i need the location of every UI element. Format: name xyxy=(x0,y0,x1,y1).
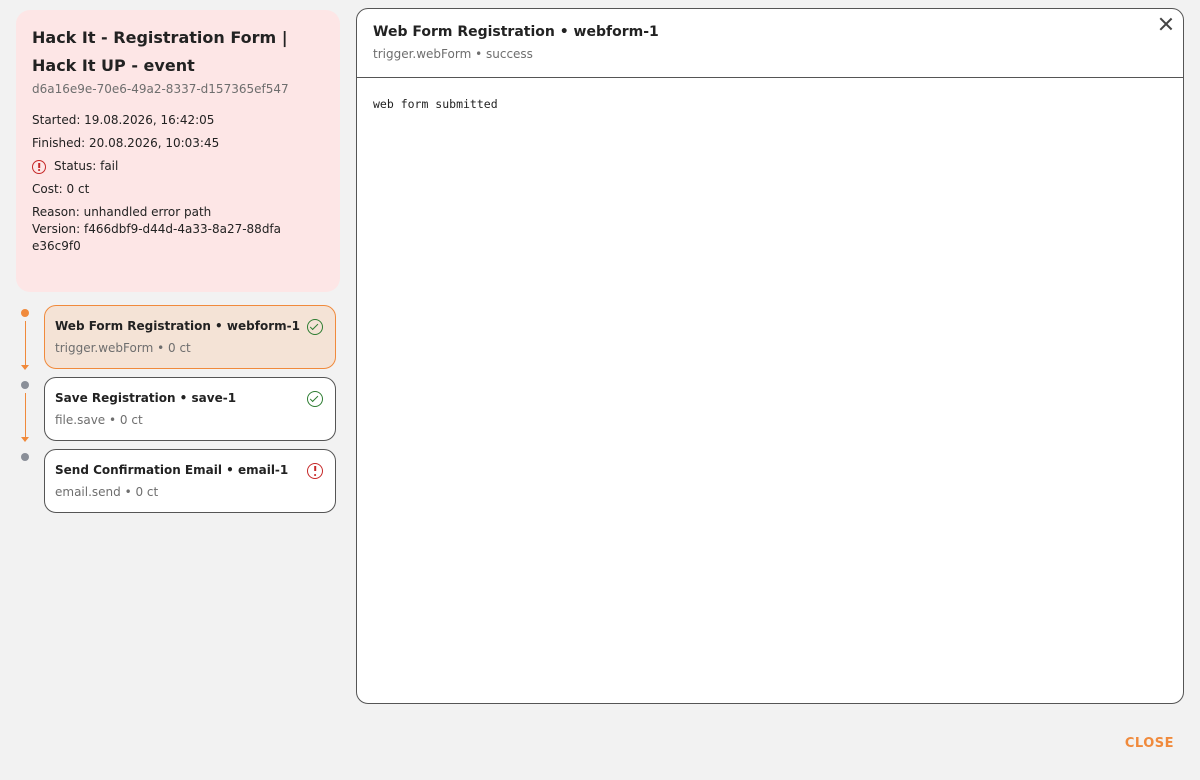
step-detail-panel: Web Form Registration • webform-1 trigge… xyxy=(356,8,1184,704)
error-circle-icon xyxy=(32,159,46,174)
detail-header: Web Form Registration • webform-1 trigge… xyxy=(357,9,1183,78)
step-title: Send Confirmation Email • email-1 xyxy=(55,463,289,477)
step-subtitle: trigger.webForm • 0 ct xyxy=(55,341,191,355)
execution-summary-card: Hack It - Registration Form | Hack It UP… xyxy=(16,10,340,292)
execution-title: Hack It - Registration Form | Hack It UP… xyxy=(32,28,288,75)
timeline-connector-arrow xyxy=(21,321,28,370)
cost-text: Cost: 0 ct xyxy=(32,182,90,196)
started-time: Started: 19.08.2026, 16:42:05 xyxy=(32,113,215,127)
execution-details-dialog: Hack It - Registration Form | Hack It UP… xyxy=(0,0,1200,780)
reason-version-block: Reason: unhandled error path Version: f4… xyxy=(32,204,282,255)
detail-subtitle: trigger.webForm • success xyxy=(373,47,533,61)
close-button[interactable]: CLOSE xyxy=(1125,736,1174,751)
timeline-dot-active xyxy=(21,309,29,317)
step-title: Web Form Registration • webform-1 xyxy=(55,319,300,333)
execution-id: d6a16e9e-70e6-49a2-8337-d157365ef547 xyxy=(32,82,289,96)
step-title: Save Registration • save-1 xyxy=(55,391,237,405)
finished-time: Finished: 20.08.2026, 10:03:45 xyxy=(32,136,220,150)
step-subtitle: file.save • 0 ct xyxy=(55,413,143,427)
timeline-dot xyxy=(21,381,29,389)
detail-output: web form submitted xyxy=(373,97,498,111)
check-circle-icon xyxy=(307,391,323,407)
reason-text: Reason: unhandled error path xyxy=(32,205,212,219)
step-card-webform-1[interactable]: Web Form Registration • webform-1 trigge… xyxy=(44,305,336,369)
version-text: Version: f466dbf9-d44d-4a33-8a27-88dfae3… xyxy=(32,222,282,253)
step-subtitle: email.send • 0 ct xyxy=(55,485,159,499)
status-text: Status: fail xyxy=(54,159,119,173)
timeline-connector-arrow xyxy=(21,393,28,442)
check-circle-icon xyxy=(307,319,323,335)
status-row: Status: fail xyxy=(32,158,324,175)
detail-title: Web Form Registration • webform-1 xyxy=(373,24,659,40)
close-icon[interactable] xyxy=(1157,15,1175,33)
timeline-dot xyxy=(21,453,29,461)
step-card-save-1[interactable]: Save Registration • save-1 file.save • 0… xyxy=(44,377,336,441)
error-circle-icon xyxy=(307,463,323,479)
step-card-email-1[interactable]: Send Confirmation Email • email-1 email.… xyxy=(44,449,336,513)
